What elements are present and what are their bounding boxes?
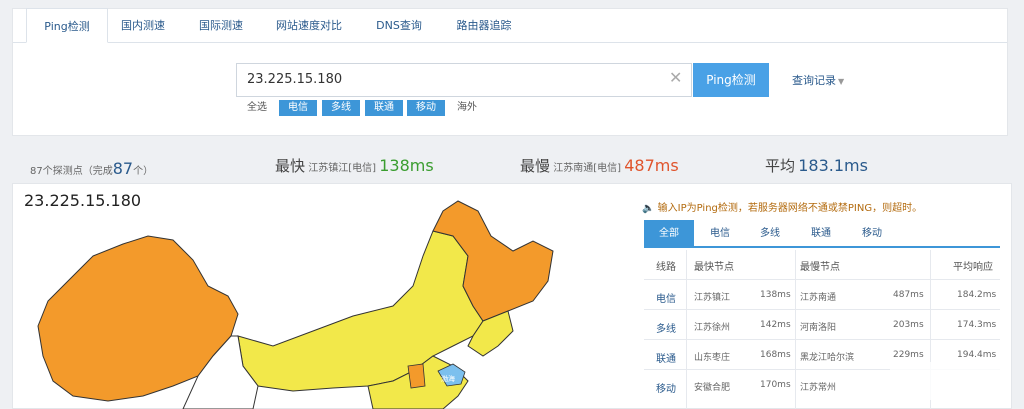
history-label: 查询记录 [792,74,836,87]
tab-traceroute[interactable]: 路由器追踪 [444,8,524,42]
notice-text: 输入IP为Ping检测，若服务器网络不通或禁PING，则超时。 [657,203,923,214]
row-unicom-slow-node: 黑龙江哈尔滨 [800,353,855,363]
bohai-label: 渤海 [441,374,455,383]
row-unicom-line: 联通 [656,354,676,365]
slowest-node: 江苏南通[电信] [553,163,622,174]
fastest-value: 138ms [379,156,434,175]
row-telecom-fast-ms: 138ms [760,290,791,300]
row-multi-slow-ms: 203ms [893,320,924,330]
ping-button[interactable]: Ping检测 [693,63,769,97]
row-telecom-fast-node: 江苏镇江 [694,293,731,303]
header-fastest: 最快节点 [694,262,734,273]
average-stat: 平均 183.1ms [765,155,868,176]
row-multi-fast-ms: 142ms [760,320,791,330]
china-ping-map[interactable]: 渤海 [13,196,613,409]
result-tab-multi[interactable]: 多线 [746,220,794,248]
row-multi-line: 多线 [656,324,676,335]
region-hebei-small[interactable] [407,363,426,389]
clear-icon[interactable]: ✕ [669,69,682,87]
col-divider [686,250,687,409]
tab-international-speed[interactable]: 国际测速 [188,8,254,42]
header-line: 线路 [656,262,676,273]
row-mobile-slow-node: 江苏常州 [800,383,837,393]
chevron-down-icon: ▼ [838,77,845,86]
result-tab-all[interactable]: 全部 [644,220,694,248]
header-slowest: 最慢节点 [800,262,840,273]
row-unicom-fast-node: 山东枣庄 [694,353,731,363]
tab-site-compare[interactable]: 网站速度对比 [266,8,352,42]
row-mobile-fast-ms: 170ms [760,380,791,390]
row-unicom-fast-ms: 168ms [760,350,791,360]
result-tab-unicom[interactable]: 联通 [796,220,846,248]
watermark-overlay [890,362,1000,400]
ping-notice: 🔈 输入IP为Ping检测，若服务器网络不通或禁PING，则超时。 [642,199,922,214]
row-divider [644,339,1000,340]
filter-unicom[interactable]: 联通 [365,100,403,116]
filter-overseas[interactable]: 海外 [450,100,484,116]
row-multi-slow-node: 河南洛阳 [800,323,837,333]
probe-count: 87个探测点（完成87个） [30,159,153,178]
tab-domestic-speed[interactable]: 国内测速 [110,8,176,42]
row-telecom-line: 电信 [656,294,676,305]
speaker-icon: 🔈 [642,203,655,214]
row-telecom-slow-node: 江苏南通 [800,293,837,303]
fastest-stat: 最快 江苏镇江[电信] 138ms [275,155,434,176]
probe-done: 87 [112,159,134,178]
row-mobile-line: 移动 [656,384,676,395]
slowest-stat: 最慢 江苏南通[电信] 487ms [520,155,679,176]
header-average: 平均响应 [953,262,993,273]
history-dropdown[interactable]: 查询记录 ▼ [792,72,844,88]
host-input[interactable]: 23.225.15.180 [236,63,692,97]
result-tab-telecom[interactable]: 电信 [696,220,744,248]
tab-dns[interactable]: DNS查询 [366,8,432,42]
probe-suffix: 个） [133,166,154,177]
probe-prefix: 87个探测点（完成 [30,166,113,177]
average-value: 183.1ms [798,156,868,175]
filter-multi[interactable]: 多线 [322,100,360,116]
average-label: 平均 [765,157,796,175]
filter-mobile[interactable]: 移动 [407,100,445,116]
filter-telecom[interactable]: 电信 [279,100,317,116]
fastest-node: 江苏镇江[电信] [308,163,377,174]
row-divider [644,279,1000,280]
result-tab-mobile[interactable]: 移动 [848,220,896,248]
slowest-label: 最慢 [520,157,551,175]
row-mobile-fast-node: 安徽合肥 [694,383,731,393]
row-unicom-avg: 194.4ms [957,350,997,360]
filter-all[interactable]: 全选 [240,100,274,116]
row-telecom-avg: 184.2ms [957,290,997,300]
tab-ping[interactable]: Ping检测 [26,8,108,43]
row-multi-avg: 174.3ms [957,320,997,330]
row-multi-fast-node: 江苏徐州 [694,323,731,333]
fastest-label: 最快 [275,157,306,175]
col-divider [795,250,796,409]
slowest-value: 487ms [624,156,679,175]
row-divider [644,309,1000,310]
row-unicom-slow-ms: 229ms [893,350,924,360]
row-telecom-slow-ms: 487ms [893,290,924,300]
